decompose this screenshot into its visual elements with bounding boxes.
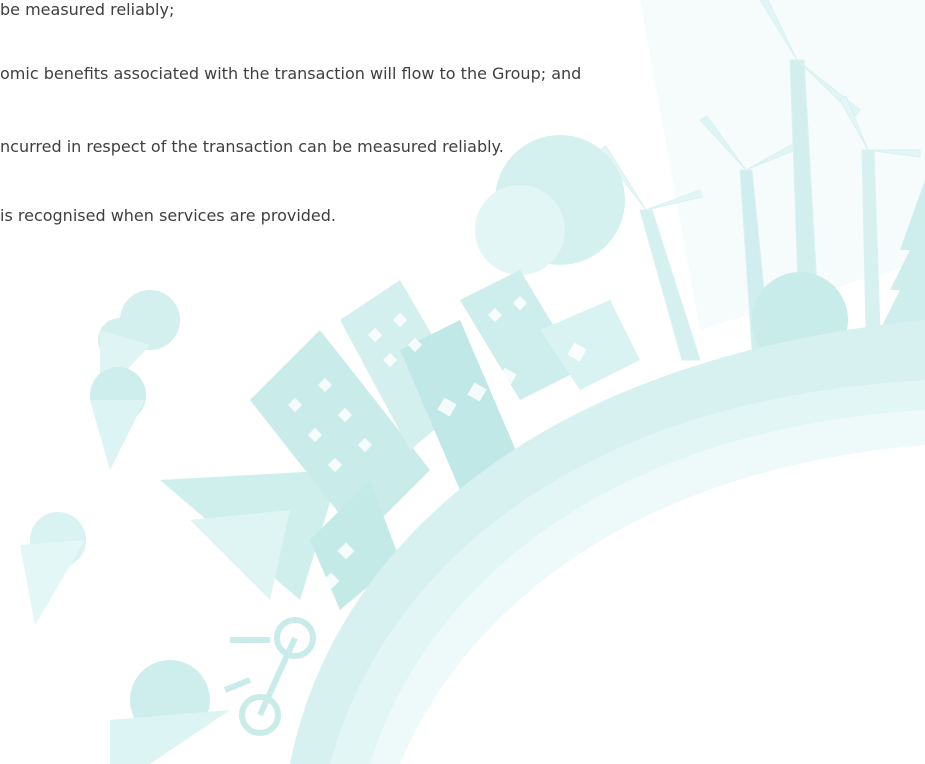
text-line-3: ncurred in respect of the transaction ca… — [0, 137, 504, 156]
text-line-1: be measured reliably; — [0, 0, 175, 19]
text-line-2: omic benefits associated with the transa… — [0, 64, 582, 83]
text-line-4: is recognised when services are provided… — [0, 206, 337, 225]
document-page: be measured reliably; omic benefits asso… — [0, 0, 925, 764]
document-text: be measured reliably; omic benefits asso… — [0, 0, 925, 764]
